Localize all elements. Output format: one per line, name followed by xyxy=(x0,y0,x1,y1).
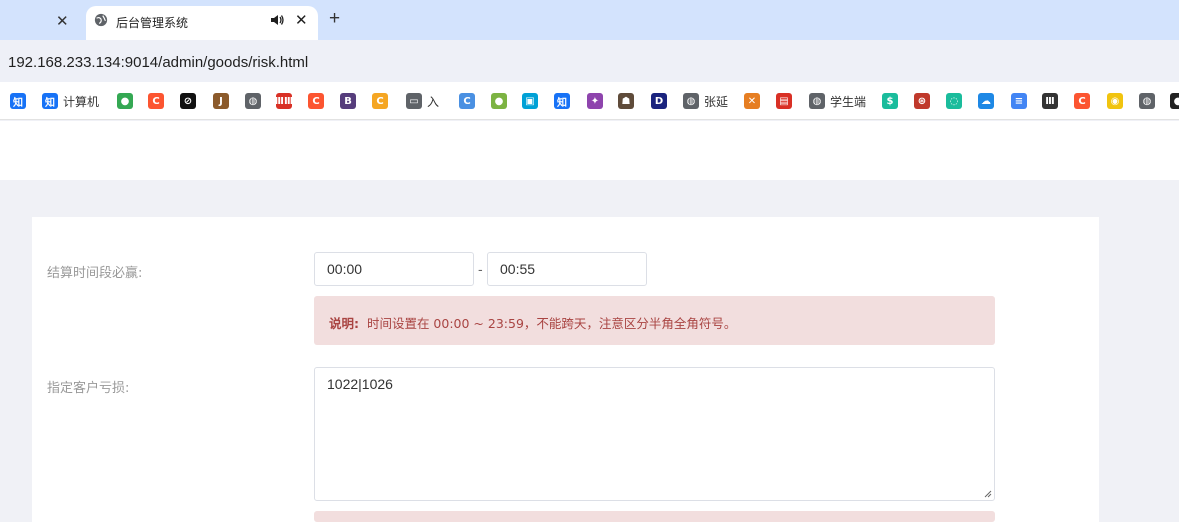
zhihu-icon: 知 xyxy=(554,93,570,109)
bookmark-item[interactable]: C xyxy=(459,92,475,110)
bookmark-item[interactable]: ◍ 张延 xyxy=(683,92,728,110)
bookmark-item[interactable]: ⅢⅢ xyxy=(275,92,293,110)
bookmark-item[interactable]: ⊛ xyxy=(914,92,930,110)
chrome-like-icon: ● xyxy=(117,93,133,109)
bookmark-item[interactable]: 知 xyxy=(10,92,26,110)
globe-icon: ◍ xyxy=(683,93,699,109)
csdn-icon: C xyxy=(1074,93,1090,109)
bookmark-item[interactable]: ◍ 学生端 xyxy=(809,92,866,110)
bookmark-label: 学生端 xyxy=(830,94,867,109)
csdn-icon: C xyxy=(148,93,164,109)
tab-inactive[interactable]: ✕ xyxy=(0,6,84,40)
bookmark-label: 入 xyxy=(427,94,440,109)
bookmark-item[interactable]: C xyxy=(372,92,388,110)
c-blue-icon: C xyxy=(459,93,475,109)
bookmark-item[interactable]: Ⅲ xyxy=(1042,92,1058,110)
bookmark-item[interactable]: C xyxy=(148,92,164,110)
red-swirl-icon: ⊛ xyxy=(914,93,930,109)
bookmark-item[interactable]: ◍ xyxy=(245,92,261,110)
green-circle-icon: ● xyxy=(491,93,507,109)
bookmark-item[interactable]: 知 xyxy=(554,92,570,110)
people-icon: ☗ xyxy=(618,93,634,109)
bookmark-item[interactable]: ◌ xyxy=(946,92,962,110)
note-body: 时间设置在 00:00 ~ 23:59，不能跨天，注意区分半角全角符号。 xyxy=(366,316,737,331)
globe-icon: ◍ xyxy=(1139,93,1155,109)
doc-icon: ≡ xyxy=(1011,93,1027,109)
dollar-icon: $ xyxy=(882,93,898,109)
bookmark-item[interactable]: B xyxy=(340,92,356,110)
bookmark-item[interactable]: ▤ xyxy=(776,92,792,110)
time-end-input[interactable]: 00:55 xyxy=(487,252,647,286)
bookmarks-bar: 知知计算机 ● C ⊘ J ◍ ⅢⅢ C B C ▭ 入 C ● ▣ 知 ✦ ☗ D ◍ 张延 ✕ ▤ ◍ 学生端 $ ⊛ ◌ ☁ ≡ Ⅲ C… xyxy=(0,82,1179,120)
page-header xyxy=(0,121,1179,180)
bookmark-item[interactable]: ☁ xyxy=(978,92,994,110)
time-note-text: 说明: 时间设置在 00:00 ~ 23:59，不能跨天，注意区分半角全角符号。 xyxy=(329,313,736,332)
bookmark-item[interactable]: ● xyxy=(491,92,507,110)
bookmark-item[interactable]: ▭ 入 xyxy=(406,92,439,110)
settle-time-label: 结算时间段必赢: xyxy=(47,266,143,281)
bookmark-item[interactable]: ☗ xyxy=(618,92,634,110)
loading-circle-icon: ◌ xyxy=(946,93,962,109)
time-start-input[interactable]: 00:00 xyxy=(314,252,474,286)
bookmark-item[interactable]: D xyxy=(651,92,667,110)
time-note-alert: 说明: 时间设置在 00:00 ~ 23:59，不能跨天，注意区分半角全角符号。 xyxy=(314,296,995,345)
note-title: 说明: xyxy=(329,316,359,331)
cross-color-icon: ✕ xyxy=(744,93,760,109)
loss-customer-value: 1022|1026 xyxy=(327,376,393,392)
folder-icon: ▭ xyxy=(406,93,422,109)
loss-customer-label: 指定客户亏损: xyxy=(47,381,130,396)
close-tab-icon[interactable]: ✕ xyxy=(295,11,308,29)
bookmark-item[interactable]: ◉ xyxy=(1107,92,1123,110)
address-bar[interactable]: 192.168.233.134:9014/admin/goods/risk.ht… xyxy=(0,40,1179,82)
bookmark-label: 计算机 xyxy=(63,94,100,109)
bookmark-item[interactable]: ● xyxy=(1170,92,1179,110)
bookmark-item[interactable]: C xyxy=(308,92,324,110)
tab-title: 后台管理系统 xyxy=(116,16,189,30)
bilibili-icon: ▣ xyxy=(522,93,538,109)
j-icon: J xyxy=(213,93,229,109)
resize-grip-icon[interactable] xyxy=(984,490,992,498)
bookmark-item[interactable]: ✦ xyxy=(587,92,603,110)
circle-slash-icon: ⊘ xyxy=(180,93,196,109)
bookmark-item[interactable]: ⊘ xyxy=(180,92,196,110)
bookmark-item[interactable]: ◍ xyxy=(1139,92,1155,110)
library-icon: Ⅲ xyxy=(1042,93,1058,109)
dark-circle-icon: ● xyxy=(1170,93,1179,109)
zhihu-icon: 知 xyxy=(42,93,58,109)
tab-active[interactable]: 后台管理系统 ✕ xyxy=(86,6,318,40)
url-text[interactable]: 192.168.233.134:9014/admin/goods/risk.ht… xyxy=(8,54,308,71)
close-tab-icon[interactable]: ✕ xyxy=(56,12,69,30)
bookmark-item[interactable]: ● xyxy=(117,92,133,110)
red-book-icon: ▤ xyxy=(776,93,792,109)
bookmark-item[interactable]: ▣ xyxy=(522,92,538,110)
new-tab-button[interactable]: + xyxy=(329,9,340,29)
loss-customer-textarea[interactable]: 1022|1026 xyxy=(314,367,995,501)
cloud-icon: ☁ xyxy=(978,93,994,109)
c-orange-icon: C xyxy=(372,93,388,109)
loss-note-alert xyxy=(314,511,995,522)
time-separator: - xyxy=(478,261,483,277)
red-text-icon: ⅢⅢ xyxy=(275,93,293,109)
bookmark-item[interactable]: C xyxy=(1074,92,1090,110)
globe-icon: ◍ xyxy=(809,93,825,109)
bookmark-item[interactable]: ✕ xyxy=(744,92,760,110)
bookmark-item[interactable]: J xyxy=(213,92,229,110)
csdn-icon: C xyxy=(308,93,324,109)
speaker-icon[interactable] xyxy=(269,12,285,28)
globe-icon xyxy=(94,13,108,27)
zhihu-icon: 知 xyxy=(10,93,26,109)
bookmark-item[interactable]: 知计算机 xyxy=(42,92,99,110)
purple-star-icon: ✦ xyxy=(587,93,603,109)
bookmark-label: 张延 xyxy=(704,94,729,109)
bookmark-item[interactable]: $ xyxy=(882,92,898,110)
bootstrap-icon: B xyxy=(340,93,356,109)
d-icon: D xyxy=(651,93,667,109)
search-globe-icon: ◉ xyxy=(1107,93,1123,109)
bookmark-item[interactable]: ≡ xyxy=(1011,92,1027,110)
tab-strip: ✕ 后台管理系统 ✕ + xyxy=(0,0,1179,40)
globe-icon: ◍ xyxy=(245,93,261,109)
